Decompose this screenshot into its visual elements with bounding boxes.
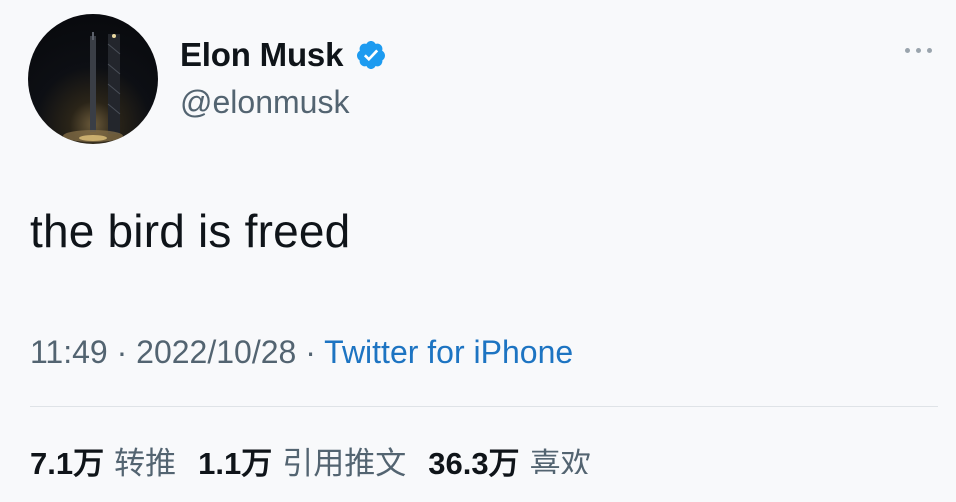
retweets-label: 转推 [114,446,177,481]
tweet-card: Elon Musk @elonmusk the bird is freed 11… [0,0,956,502]
tweet-time[interactable]: 11:49 [30,334,108,370]
quote-tweets-stat[interactable]: 1.1万 引用推文 [198,438,406,483]
divider [30,406,938,407]
tweet-meta: 11:49 · 2022/10/28 · Twitter for iPhone [30,334,573,371]
author-handle[interactable]: @elonmusk [180,84,349,121]
meta-separator: · [296,334,325,370]
rocket-icon [63,32,123,142]
tweet-text: the bird is freed [30,205,351,257]
more-dot [916,48,921,53]
quote-tweets-label: 引用推文 [282,446,407,481]
author-avatar[interactable] [28,14,158,144]
quote-tweets-count: 1.1万 [198,446,273,481]
more-dot [905,48,910,53]
likes-count: 36.3万 [428,446,520,481]
likes-stat[interactable]: 36.3万 喜欢 [428,438,591,483]
likes-label: 喜欢 [529,447,592,474]
author-name-row: Elon Musk [180,36,387,74]
tweet-stats: 7.1万 转推 1.1万 引用推文 36.3万 喜欢 [30,438,614,483]
verified-badge-icon [357,41,386,69]
more-options-button[interactable] [905,48,932,53]
author-name[interactable]: Elon Musk [180,36,343,74]
retweets-count: 7.1万 [30,446,105,481]
meta-separator: · [107,334,137,370]
retweets-stat[interactable]: 7.1万 转推 [30,438,176,483]
tweet-date[interactable]: 2022/10/28 [136,334,296,370]
tweet-source-link[interactable]: Twitter for iPhone [324,334,573,370]
more-dot [927,48,932,53]
